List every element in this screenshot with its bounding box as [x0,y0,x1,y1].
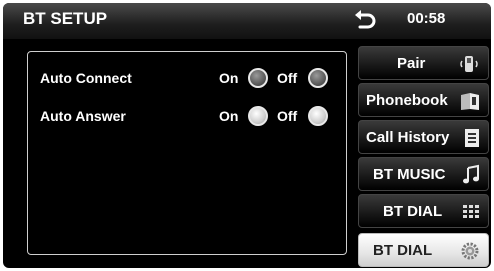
menu-button-label: Call History [366,129,450,146]
on-label: On [219,108,239,124]
menu-button-bt-dial[interactable]: BT DIAL [358,194,489,228]
header-bar: BT SETUP 00:58 [3,3,491,39]
menu-button-bt-dial-active[interactable]: BT DIAL [358,233,489,267]
clock: 00:58 [407,10,446,27]
gear-icon [461,242,479,260]
setting-label: Auto Answer [40,108,126,124]
list-icon [465,129,479,147]
menu-button-label: BT DIAL [373,242,433,259]
head-unit-screen: BT SETUP 00:58 Auto Connect On Off Auto … [3,3,491,268]
menu-button-phonebook[interactable]: Phonebook [358,83,489,117]
menu-button-label: Phonebook [366,92,448,109]
auto-connect-on-radio[interactable] [248,68,268,88]
page-title: BT SETUP [23,9,108,28]
menu-button-label: BT MUSIC [373,166,446,183]
settings-panel: Auto Connect On Off Auto Answer On Off [27,51,347,255]
setting-row-auto-connect: Auto Connect On Off [28,64,346,94]
auto-answer-off-radio[interactable] [308,106,328,126]
on-label: On [219,70,239,86]
off-label: Off [277,70,298,86]
menu-button-bt-music[interactable]: BT MUSIC [358,157,489,191]
music-note-icon [463,164,479,184]
book-icon [461,93,479,110]
menu-button-label: BT DIAL [383,203,443,220]
menu-button-call-history[interactable]: Call History [358,120,489,154]
keypad-icon [463,205,479,218]
menu-button-label: Pair [397,55,426,72]
back-arrow-icon[interactable] [353,8,377,32]
setting-row-auto-answer: Auto Answer On Off [28,102,346,132]
menu-button-pair[interactable]: Pair [358,46,489,80]
off-label: Off [277,108,298,124]
auto-answer-on-radio[interactable] [248,106,268,126]
setting-label: Auto Connect [40,70,132,86]
phone-icon [460,56,478,72]
auto-connect-off-radio[interactable] [308,68,328,88]
